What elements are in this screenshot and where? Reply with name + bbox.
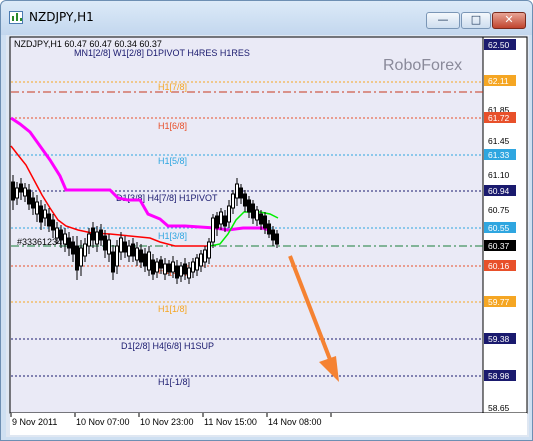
label-h1-6-8: H1[6/8] [158,121,187,131]
price-box-60-94: 60.94 [488,186,510,196]
price-box-60-16: 60.16 [488,261,510,271]
plot-area[interactable] [9,36,484,414]
time-label-2: 10 Nov 07:00 [76,417,130,427]
label-sup: D1[2/8] H4[6/8] H1SUP [121,341,214,351]
price-box-58-98: 58.98 [488,371,510,381]
time-label-3: 10 Nov 23:00 [140,417,194,427]
price-box-59-38: 59.38 [488,334,510,344]
levels-info: MN1[2/8] W1[2/8] D1PIVOT H4RES H1RES [74,48,250,58]
price-box-61-72: 61.72 [488,113,510,123]
price-tick-58-65: 58.65 [488,403,510,413]
time-label-1: 9 Nov 2011 [12,417,57,427]
label-h1-3-8: H1[3/8] [158,231,187,241]
time-label-4: 11 Nov 15:00 [204,417,257,427]
price-box-59-77: 59.77 [488,297,510,307]
price-box-62-11: 62.11 [488,76,509,86]
price-tick-61-45: 61.45 [488,136,510,146]
time-label-5: 14 Nov 08:00 [268,417,322,427]
label-h1-m1-8: H1[-1/8] [158,377,190,387]
price-tick-61-10: 61.10 [488,170,510,180]
price-tick-60-75: 60.75 [488,205,510,215]
label-h1-5-8: H1[5/8] [158,156,187,166]
label-h1-1-8: H1[1/8] [158,304,187,314]
current-price-box: 60.37 [488,241,510,251]
price-box-60-55: 60.55 [488,223,510,233]
price-box-61-33: 61.33 [488,150,510,160]
price-chart[interactable]: H1[7/8] H1[6/8] H1[5/8] D1[3/8] H4[7/8] … [0,0,533,441]
label-h1-7-8: H1[7/8] [158,82,187,92]
price-box-62-50: 62.50 [488,40,510,50]
roboforex-watermark: RoboForex [383,57,462,74]
